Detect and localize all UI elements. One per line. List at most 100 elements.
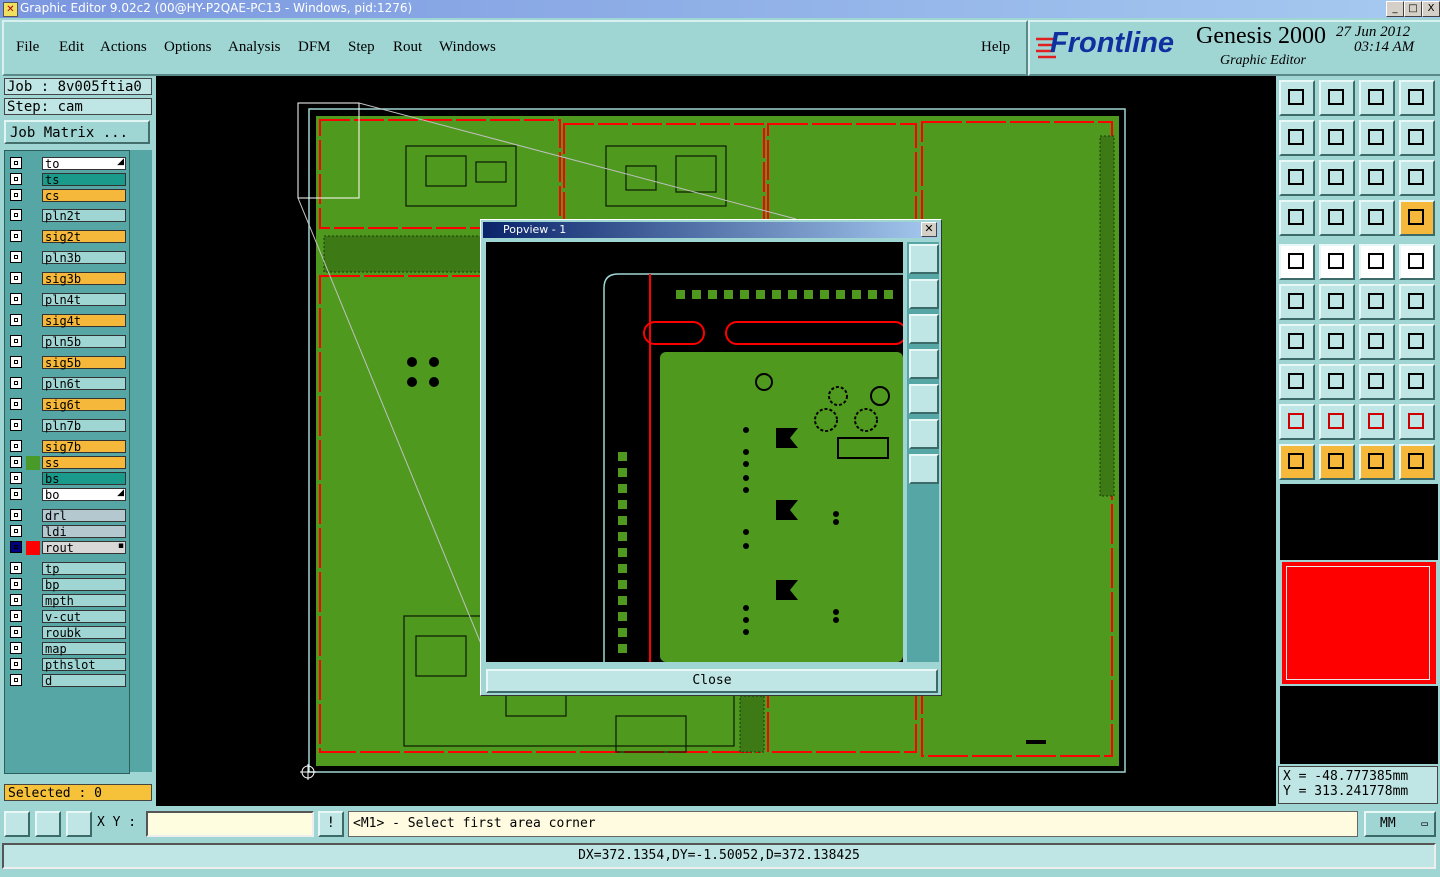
popview-close-x[interactable]: ✕ (921, 222, 937, 237)
measure-button[interactable] (35, 811, 61, 837)
layer-row-roubk[interactable]: roubk (8, 626, 126, 640)
edit-layers-button[interactable] (1279, 200, 1315, 236)
fit-profile-button[interactable] (1319, 160, 1355, 196)
layer-row-pln5b[interactable]: pln5b (8, 335, 126, 349)
group-tool-button[interactable] (1399, 364, 1435, 400)
pan-right-button[interactable] (1319, 120, 1355, 156)
layer-checkbox[interactable] (10, 293, 22, 305)
layer-name[interactable]: sig4t (42, 314, 126, 327)
help-button[interactable] (1399, 160, 1435, 196)
layer-name[interactable]: drl (42, 509, 126, 522)
layer-name[interactable]: ss (42, 456, 126, 469)
layer-checkbox[interactable] (10, 509, 22, 521)
layer-checkbox[interactable] (10, 626, 22, 638)
layer-row-cs[interactable]: cs (8, 189, 126, 203)
layer-name[interactable]: sig3b (42, 272, 126, 285)
move-point-button[interactable] (1399, 284, 1435, 320)
layer-name[interactable]: tp (42, 562, 126, 575)
layer-row-mpth[interactable]: mpth (8, 594, 126, 608)
layer-checkbox[interactable] (10, 173, 22, 185)
layer-checkbox[interactable] (10, 157, 22, 169)
job-matrix-button[interactable]: Job Matrix ... (4, 120, 150, 144)
net-tool-button[interactable] (1279, 284, 1315, 320)
layer-checkbox[interactable] (10, 356, 22, 368)
layer-name[interactable]: roubk (42, 626, 126, 639)
menu-dfm[interactable]: DFM (298, 39, 331, 56)
layer-row-ldi[interactable]: ldi (8, 525, 126, 539)
layer-checkbox[interactable] (10, 578, 22, 590)
layer-row-tp[interactable]: tp (8, 562, 126, 576)
snap-button[interactable] (4, 811, 30, 837)
layer-checkbox[interactable] (10, 209, 22, 221)
menu-edit[interactable]: Edit (59, 39, 84, 56)
layer-checkbox[interactable] (10, 314, 22, 326)
pointer-tool-button[interactable] (1279, 444, 1315, 480)
layer-row-pln3b[interactable]: pln3b (8, 251, 126, 265)
layer-name[interactable]: pln7b (42, 419, 126, 432)
layer-checkbox[interactable] (10, 541, 22, 553)
popview-tool-1[interactable] (909, 244, 939, 274)
info-button[interactable]: ! (318, 811, 344, 837)
layer-name[interactable]: rout (42, 541, 126, 554)
pan-left-button[interactable] (1279, 120, 1315, 156)
popview-tool-4[interactable] (909, 349, 939, 379)
rout-tool-button[interactable] (1319, 244, 1355, 280)
layer-checkbox[interactable] (10, 335, 22, 347)
layer-name[interactable]: bp (42, 578, 126, 591)
outline-tool-1-button[interactable] (1279, 404, 1315, 440)
layer-name[interactable]: pln5b (42, 335, 126, 348)
popview-tool-6[interactable] (909, 419, 939, 449)
angle-tool-button[interactable] (1279, 324, 1315, 360)
layer-row-d[interactable]: d (8, 674, 126, 688)
menu-options[interactable]: Options (164, 39, 212, 56)
layer-name[interactable]: pln4t (42, 293, 126, 306)
layer-list-scroll[interactable] (130, 150, 152, 772)
menu-file[interactable]: File (16, 39, 39, 56)
grid-button[interactable] (66, 811, 92, 837)
layer-name[interactable]: pln6t (42, 377, 126, 390)
layer-row-sig5b[interactable]: sig5b (8, 356, 126, 370)
popview-canvas[interactable] (486, 242, 903, 662)
zoom-in-button[interactable] (1319, 80, 1355, 116)
layer-checkbox[interactable] (10, 642, 22, 654)
layer-name[interactable]: bo (42, 488, 126, 501)
popview-tool-5[interactable] (909, 384, 939, 414)
undo-zoom-button[interactable] (1359, 120, 1395, 156)
close-window-button[interactable]: X (1422, 1, 1440, 17)
layer-row-v-cut[interactable]: v-cut (8, 610, 126, 624)
layer-checkbox[interactable] (10, 488, 22, 500)
layer-name[interactable]: pthslot (42, 658, 126, 671)
layer-checkbox[interactable] (10, 456, 22, 468)
zoom-home-button[interactable] (1279, 80, 1315, 116)
zoom-home-2-button[interactable] (1359, 80, 1395, 116)
popview-tool-3[interactable] (909, 314, 939, 344)
add-feature-button[interactable] (1279, 244, 1315, 280)
layer-name[interactable]: mpth (42, 594, 126, 607)
text-tool-button[interactable] (1399, 324, 1435, 360)
layer-checkbox[interactable] (10, 658, 22, 670)
layer-checkbox[interactable] (10, 562, 22, 574)
layer-name[interactable]: d (42, 674, 126, 687)
zoom-one-to-two-button[interactable] (1359, 160, 1395, 196)
layer-row-drl[interactable]: drl (8, 509, 126, 523)
layer-name[interactable]: sig5b (42, 356, 126, 369)
layer-row-sig7b[interactable]: sig7b (8, 440, 126, 454)
layer-checkbox[interactable] (10, 472, 22, 484)
layer-checkbox[interactable] (10, 674, 22, 686)
layer-row-sig6t[interactable]: sig6t (8, 398, 126, 412)
layer-checkbox[interactable] (10, 230, 22, 242)
cross-tool-button[interactable] (1319, 284, 1355, 320)
maximize-button[interactable]: □ (1404, 1, 1422, 17)
layer-name[interactable]: sig2t (42, 230, 126, 243)
layer-row-pln6t[interactable]: pln6t (8, 377, 126, 391)
layer-name[interactable]: v-cut (42, 610, 126, 623)
layer-row-sig4t[interactable]: sig4t (8, 314, 126, 328)
select-window-button[interactable] (1279, 364, 1315, 400)
layer-row-sig3b[interactable]: sig3b (8, 272, 126, 286)
layer-name[interactable]: ts (42, 173, 126, 186)
menu-rout[interactable]: Rout (393, 39, 422, 56)
layer-checkbox[interactable] (10, 610, 22, 622)
layer-name[interactable]: cs (42, 189, 126, 202)
feature-select-button[interactable] (1399, 200, 1435, 236)
layer-name[interactable]: to (42, 157, 126, 170)
